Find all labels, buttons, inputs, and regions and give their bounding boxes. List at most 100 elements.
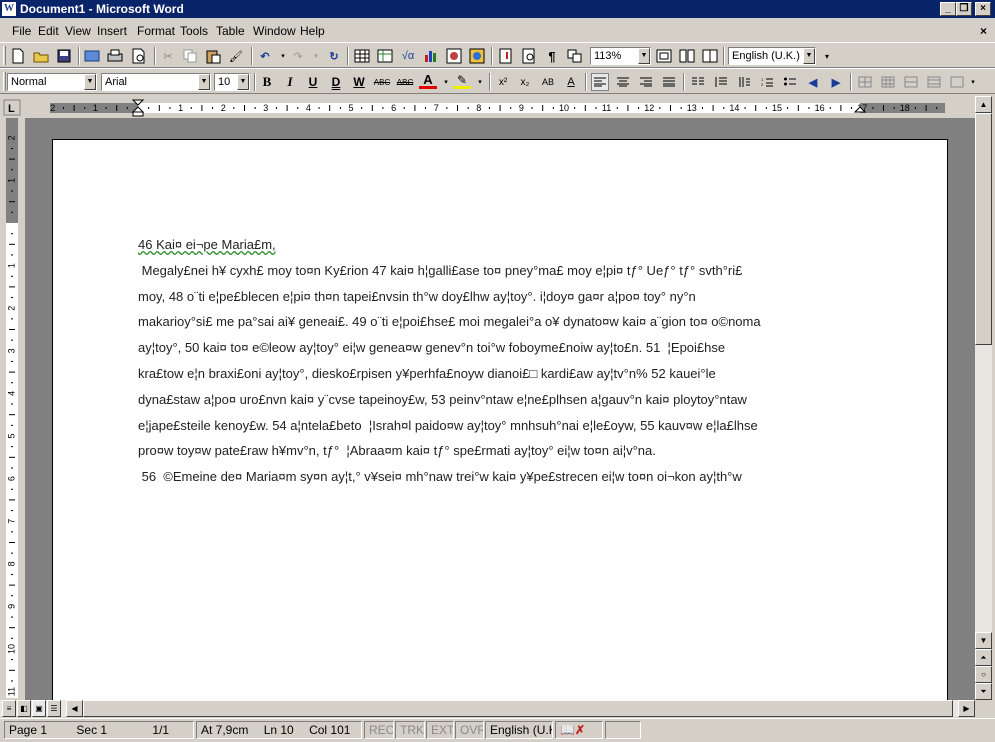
show-hide-icon[interactable] (497, 47, 515, 65)
document-area[interactable]: 46 Kai¤ ei¬pe Maria£m, Megaly£nei h¥ cyx… (25, 118, 975, 700)
scroll-down-icon[interactable]: ▼ (975, 632, 992, 649)
sort-icon[interactable] (735, 73, 753, 91)
all-caps-button[interactable]: AB (539, 73, 557, 91)
text-line[interactable]: makarioy°si£ me pa°sai ai¥ geneai£. 49 o… (138, 309, 878, 335)
refresh-icon[interactable]: ↻ (325, 47, 343, 65)
horizontal-ruler[interactable]: L 2 1 1 2 3 4 5 6 7 8 9 10 11 12 13 14 15 16 17 18 (0, 96, 975, 118)
status-language[interactable]: English (U.K (485, 721, 553, 739)
bold-button[interactable]: B (258, 73, 276, 91)
web-permission-icon[interactable] (83, 47, 101, 65)
insert-object-icon[interactable] (445, 47, 463, 65)
restore-icon[interactable]: ❐ (956, 2, 972, 16)
insert-table-icon[interactable] (353, 47, 371, 65)
menu-close-icon[interactable]: × (980, 24, 987, 38)
align-right-icon[interactable] (637, 73, 655, 91)
format-painter-icon[interactable]: 🖌 (227, 47, 245, 65)
open-folder-icon[interactable] (32, 47, 50, 65)
undo-icon[interactable]: ↶ (256, 47, 274, 65)
numbering-icon[interactable]: 12 (758, 73, 776, 91)
menu-help[interactable]: Help (300, 24, 325, 38)
document-map-icon[interactable] (520, 47, 538, 65)
insert-excel-icon[interactable] (376, 47, 394, 65)
next-page-icon[interactable]: ⏷ (975, 683, 992, 700)
status-ext[interactable]: EXT (426, 721, 454, 739)
chevron-down-icon[interactable]: ▼ (84, 74, 96, 90)
view-icon[interactable] (566, 47, 584, 65)
spelling-check-icon[interactable]: 📖✗ (555, 721, 603, 739)
text-line[interactable]: ay¦toy°, 50 kai¤ to¤ e©leow ay¦toy° ei¦w… (138, 335, 878, 361)
double-underline-button[interactable]: D (327, 73, 345, 91)
redo-dropdown-icon[interactable]: ▾ (307, 47, 325, 65)
insert-chart-icon[interactable] (422, 47, 440, 65)
text-line[interactable]: dyna£staw a¦po¤ uro£nvn kai¤ y¨cvse tape… (138, 387, 878, 413)
copy-icon[interactable] (181, 47, 199, 65)
highlight-dropdown-icon[interactable]: ▾ (471, 73, 489, 91)
horizontal-scroll-thumb[interactable] (83, 700, 953, 717)
style-select[interactable]: Normal ▼ (7, 73, 97, 91)
zoom-select[interactable]: 113% ▼ (590, 47, 651, 65)
align-left-icon[interactable] (591, 73, 609, 91)
text-line[interactable]: moy, 48 o¨ti e¦pe£blecen e¦pi¤ th¤n tape… (138, 284, 878, 310)
character-spacing-button[interactable]: A (562, 73, 580, 91)
menu-window[interactable]: Window (253, 24, 296, 38)
page-layout-icon[interactable] (678, 47, 696, 65)
font-select[interactable]: Arial ▼ (101, 73, 211, 91)
map-icon[interactable] (468, 47, 486, 65)
text-line[interactable]: 56 ©Emeine de¤ Maria¤m sy¤n ay¦t,° v¥sei… (138, 464, 878, 490)
status-ovr[interactable]: OVR (455, 721, 484, 739)
status-trk[interactable]: TRK (395, 721, 425, 739)
table-rows-icon[interactable] (902, 73, 920, 91)
paste-icon[interactable] (204, 47, 222, 65)
insert-formula-icon[interactable]: √α (399, 47, 417, 65)
vertical-ruler[interactable]: 2 1 1 2 3 4 5 6 7 8 9 10 11 (0, 118, 25, 700)
document-page[interactable]: 46 Kai¤ ei¬pe Maria£m, Megaly£nei h¥ cyx… (52, 139, 948, 700)
cut-icon[interactable]: ✂ (159, 47, 177, 65)
text-line[interactable]: e¦jape£steile kenoy£w. 54 a¦ntela£beto ¦… (138, 413, 878, 439)
justify-icon[interactable] (660, 73, 678, 91)
align-center-icon[interactable] (614, 73, 632, 91)
double-strikethrough-button[interactable]: ABC (396, 73, 414, 91)
table-columns-icon[interactable] (925, 73, 943, 91)
highlight-button[interactable]: ✎ (453, 73, 471, 89)
menu-table[interactable]: Table (216, 24, 245, 38)
menu-format[interactable]: Format (137, 24, 175, 38)
outline-view-icon[interactable]: ☰ (47, 700, 61, 717)
print-layout-icon[interactable]: ▣ (32, 700, 46, 717)
zoom-fit-icon[interactable] (655, 47, 673, 65)
save-icon[interactable] (55, 47, 73, 65)
underline-button[interactable]: U (304, 73, 322, 91)
redo-icon[interactable]: ↷ (289, 47, 307, 65)
chevron-down-icon[interactable]: ▼ (198, 74, 210, 90)
scroll-thumb[interactable] (975, 113, 992, 345)
close-icon[interactable]: × (975, 2, 991, 16)
text-line[interactable]: Megaly£nei h¥ cyxh£ moy to¤n Ky£rion 47 … (138, 258, 878, 284)
document-body[interactable]: 46 Kai¤ ei¬pe Maria£m, Megaly£nei h¥ cyx… (138, 232, 878, 490)
chevron-down-icon[interactable]: ▼ (803, 48, 815, 64)
status-position[interactable]: At 7,9cm Ln 10 Col 101 (196, 721, 362, 739)
previous-page-icon[interactable]: ⏶ (975, 649, 992, 666)
scroll-left-icon[interactable]: ◀ (66, 700, 83, 717)
decrease-indent-icon[interactable]: ◀ (804, 73, 822, 91)
vertical-scrollbar[interactable]: ▲ ▼ ⏶ ○ ⏷ (975, 96, 992, 700)
print-icon[interactable] (106, 47, 124, 65)
menu-edit[interactable]: Edit (38, 24, 59, 38)
menu-tools[interactable]: Tools (180, 24, 208, 38)
subscript-button[interactable]: x₂ (516, 73, 534, 91)
line-spacing-icon[interactable] (712, 73, 730, 91)
menu-insert[interactable]: Insert (97, 24, 127, 38)
border-dropdown-icon[interactable]: ▾ (964, 73, 982, 91)
chevron-down-icon[interactable]: ▼ (638, 48, 650, 64)
toolbar-grip[interactable] (3, 72, 6, 91)
italic-button[interactable]: I (281, 73, 299, 91)
word-app-icon[interactable]: W (2, 2, 16, 16)
minimize-icon[interactable]: _ (940, 2, 956, 16)
read-layout-icon[interactable] (701, 47, 719, 65)
table-grid-icon[interactable] (879, 73, 897, 91)
toolbar-grip[interactable] (3, 46, 6, 65)
select-browse-object-icon[interactable]: ○ (975, 666, 992, 683)
increase-indent-icon[interactable]: ▶ (827, 73, 845, 91)
menu-file[interactable]: File (12, 24, 31, 38)
superscript-button[interactable]: x² (494, 73, 512, 91)
text-line[interactable]: 46 Kai¤ ei¬pe Maria£m, (138, 232, 878, 258)
bullets-icon[interactable] (781, 73, 799, 91)
